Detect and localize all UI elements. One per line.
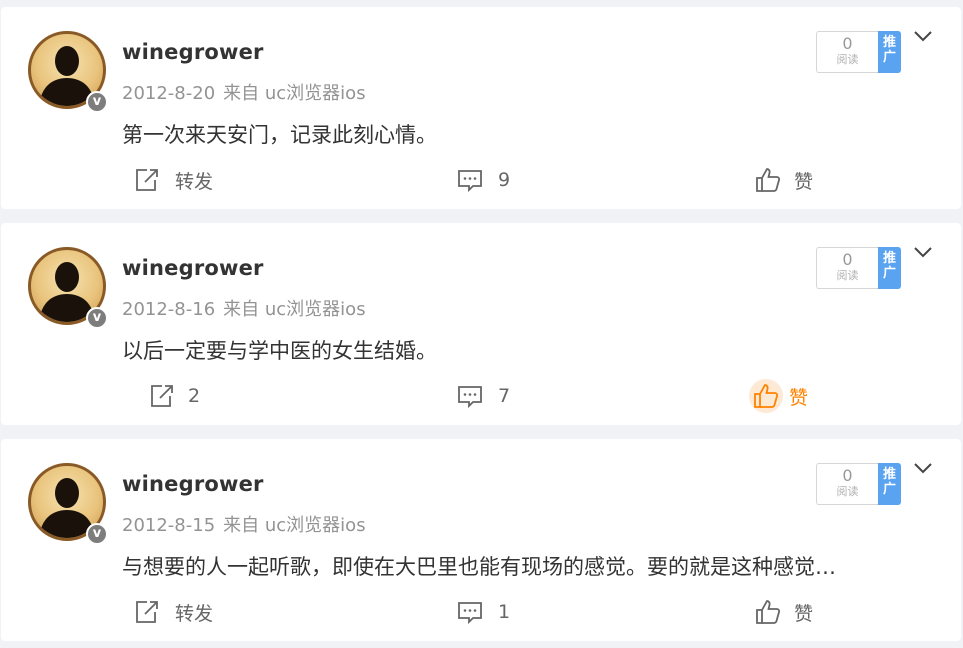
comment-button[interactable]: 1 (456, 597, 510, 627)
avatar[interactable]: v (28, 247, 108, 329)
post-meta: 2012-8-15 来自 uc浏览器ios (122, 511, 366, 537)
avatar[interactable]: v (28, 31, 108, 113)
like-label: 赞 (794, 602, 814, 625)
like-button[interactable]: 赞 (754, 597, 813, 627)
post-meta: 2012-8-16 来自 uc浏览器ios (122, 295, 366, 321)
thumbs-up-icon (754, 384, 779, 408)
comment-button[interactable]: 9 (456, 165, 510, 195)
post-date[interactable]: 2012-8-15 (122, 515, 215, 536)
username[interactable]: winegrower (122, 40, 264, 64)
verified-icon: v (86, 523, 108, 545)
post-source: 来自 uc浏览器ios (223, 83, 366, 104)
post-source: 来自 uc浏览器ios (223, 515, 366, 536)
repost-count: 2 (188, 385, 201, 407)
read-count-box: 0 阅读 (816, 31, 878, 73)
verified-icon: v (86, 91, 108, 113)
repost-label: 转发 (175, 170, 214, 193)
like-highlight (749, 379, 783, 413)
thumbs-up-icon (756, 168, 781, 192)
comment-button[interactable]: 7 (456, 381, 510, 411)
repost-label: 转发 (175, 602, 214, 625)
read-label: 阅读 (836, 485, 859, 498)
like-button[interactable]: 赞 (754, 165, 813, 195)
post-source: 来自 uc浏览器ios (223, 299, 366, 320)
read-count: 0 (842, 34, 853, 53)
promote-button[interactable]: 推广 (878, 463, 901, 505)
avatar[interactable]: v (28, 463, 108, 545)
verified-icon: v (86, 307, 108, 329)
thumbs-up-icon (756, 600, 781, 624)
repost-button[interactable]: 2 (148, 381, 200, 411)
read-count-box: 0 阅读 (816, 247, 878, 289)
weibo-feed: v winegrower 2012-8-20 来自 uc浏览器ios 第一次来天安… (0, 0, 963, 648)
read-label: 阅读 (836, 53, 859, 66)
read-count-box: 0 阅读 (816, 463, 878, 505)
post-date[interactable]: 2012-8-20 (122, 83, 215, 104)
comment-icon (458, 170, 482, 193)
post-card: v winegrower 2012-8-15 来自 uc浏览器ios 与想要的人一… (1, 439, 961, 641)
like-label: 赞 (794, 170, 814, 193)
action-bar: 转发 9 赞 (1, 165, 961, 195)
read-count: 0 (842, 250, 853, 269)
comment-icon (458, 386, 482, 409)
username[interactable]: winegrower (122, 472, 264, 496)
action-bar: 2 7 赞 (1, 379, 961, 413)
chevron-down-icon[interactable] (911, 458, 935, 478)
post-text: 第一次来天安门，记录此刻心情。 (122, 123, 437, 147)
like-label: 赞 (789, 386, 809, 409)
repost-icon (136, 169, 158, 191)
repost-button[interactable]: 转发 (133, 597, 213, 627)
promote-button[interactable]: 推广 (878, 247, 901, 289)
repost-icon (151, 385, 173, 407)
promote-button[interactable]: 推广 (878, 31, 901, 73)
read-label: 阅读 (836, 269, 859, 282)
comment-count: 1 (498, 601, 511, 623)
comment-icon (458, 602, 482, 625)
repost-button[interactable]: 转发 (133, 165, 213, 195)
post-card: v winegrower 2012-8-20 来自 uc浏览器ios 第一次来天安… (1, 7, 961, 209)
post-card: v winegrower 2012-8-16 来自 uc浏览器ios 以后一定要与… (1, 223, 961, 425)
chevron-down-icon[interactable] (911, 26, 935, 46)
post-date[interactable]: 2012-8-16 (122, 299, 215, 320)
read-count: 0 (842, 466, 853, 485)
post-text: 与想要的人一起听歌，即使在大巴里也能有现场的感觉。要的就是这种感觉… (122, 555, 836, 579)
post-text: 以后一定要与学中医的女生结婚。 (122, 339, 437, 363)
comment-count: 9 (498, 169, 511, 191)
post-meta: 2012-8-20 来自 uc浏览器ios (122, 79, 366, 105)
repost-icon (136, 601, 158, 623)
like-button[interactable]: 赞 (749, 379, 809, 413)
chevron-down-icon[interactable] (911, 242, 935, 262)
username[interactable]: winegrower (122, 256, 264, 280)
comment-count: 7 (498, 385, 511, 407)
action-bar: 转发 1 赞 (1, 597, 961, 627)
